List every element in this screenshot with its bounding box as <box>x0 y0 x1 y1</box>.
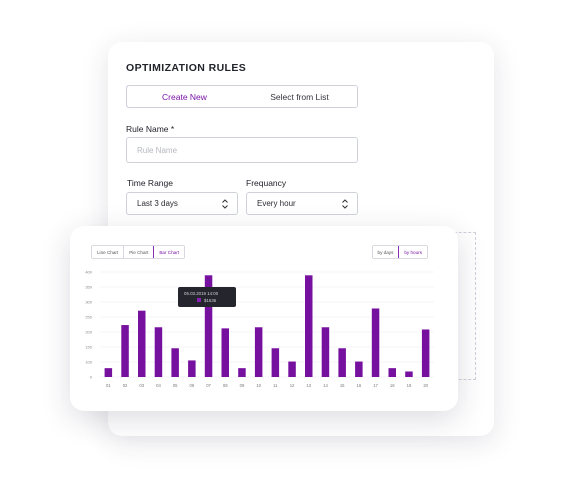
tooltip-series-swatch <box>197 298 201 302</box>
updown-chevron-icon <box>342 198 348 209</box>
x-tick-label: 10 <box>256 383 261 388</box>
bar-chart-card: Line Chart Pie Chart Bar Chart by days by h… <box>70 226 458 411</box>
rule-name-input[interactable]: Rule Name <box>126 137 358 163</box>
time-range-label: Time Range <box>127 178 173 188</box>
select-from-list-button[interactable]: Select from List <box>242 86 357 107</box>
x-tick-label: 01 <box>106 383 111 388</box>
bar-05[interactable] <box>171 348 179 377</box>
time-range-select[interactable]: Last 3 days <box>126 192 238 215</box>
bar-20[interactable] <box>421 329 430 377</box>
bar-17[interactable] <box>371 308 380 377</box>
y-tick-label: 200 <box>85 330 92 335</box>
tooltip-value: $1636 <box>204 297 217 303</box>
x-tick-label: 19 <box>407 383 412 388</box>
y-tick-label: 400 <box>85 270 92 275</box>
bar-09[interactable] <box>238 368 246 377</box>
y-tick-label: 250 <box>85 315 92 320</box>
bar-15[interactable] <box>338 348 346 377</box>
bar-13[interactable] <box>305 275 313 377</box>
x-tick-label: 08 <box>223 383 228 388</box>
x-tick-label: 04 <box>156 383 161 388</box>
y-tick-label: 350 <box>85 285 92 290</box>
x-tick-label: 12 <box>290 383 295 388</box>
y-tick-label: 150 <box>85 345 92 350</box>
chart-tooltip: 05.03.2019 14:00 $1636 <box>178 287 236 307</box>
bar-04[interactable] <box>154 327 163 377</box>
x-tick-label: 20 <box>423 383 428 388</box>
x-tick-label: 06 <box>190 383 195 388</box>
time-range-value: Last 3 days <box>137 199 178 208</box>
x-tick-label: 17 <box>373 383 378 388</box>
bar-chart: 0 100 150 200 250 300 350 400 01 02 03 04 05 06 07 08 09… <box>85 270 434 388</box>
bar-16[interactable] <box>355 361 363 377</box>
bar-02[interactable] <box>121 325 129 377</box>
tooltip-label: 05.03.2019 14:00 <box>184 291 219 296</box>
y-tick-label: 0 <box>90 375 93 380</box>
bar-01[interactable] <box>104 368 113 377</box>
frequency-value: Every hour <box>257 199 296 208</box>
bar-18[interactable] <box>388 368 397 377</box>
bar-03[interactable] <box>138 310 146 377</box>
x-tick-label: 05 <box>173 383 178 388</box>
form-title: OPTIMIZATION RULES <box>126 62 247 74</box>
x-tick-label: 15 <box>340 383 345 388</box>
bar-12[interactable] <box>288 361 296 377</box>
bar-14[interactable] <box>321 327 330 377</box>
y-tick-label: 300 <box>85 300 92 305</box>
bar-11[interactable] <box>271 348 280 377</box>
rule-name-placeholder: Rule Name <box>137 145 178 155</box>
frequency-label: Frequancy <box>246 178 287 188</box>
bar-19[interactable] <box>405 371 413 377</box>
x-tick-label: 14 <box>323 383 328 388</box>
x-tick-label: 03 <box>139 383 144 388</box>
bar-06[interactable] <box>188 360 196 377</box>
y-tick-label: 100 <box>85 360 92 365</box>
x-tick-label: 09 <box>240 383 245 388</box>
x-tick-label: 13 <box>306 383 311 388</box>
x-tick-label: 07 <box>206 383 211 388</box>
bar-10[interactable] <box>254 327 263 377</box>
bar-08[interactable] <box>221 328 230 377</box>
x-tick-label: 11 <box>273 383 278 388</box>
x-tick-label: 02 <box>123 383 128 388</box>
rule-name-label: Rule Name * <box>126 124 175 134</box>
rule-source-toggle: Create New Select from List <box>126 85 358 108</box>
create-new-button[interactable]: Create New <box>127 86 243 107</box>
updown-chevron-icon <box>222 198 228 209</box>
frequency-select[interactable]: Every hour <box>246 192 358 215</box>
x-tick-label: 16 <box>357 383 362 388</box>
x-tick-label: 18 <box>390 383 395 388</box>
